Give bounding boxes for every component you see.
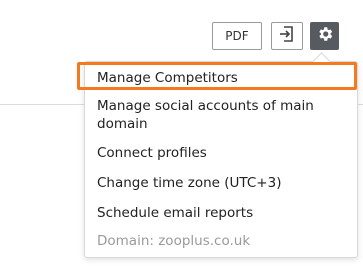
menu-item-manage-social-accounts[interactable]: Manage social accounts of main domain <box>85 97 357 133</box>
menu-item-schedule-email-reports[interactable]: Schedule email reports <box>85 204 357 222</box>
domain-label: Domain: zooplus.co.uk <box>97 233 251 249</box>
pdf-button-label: PDF <box>225 29 249 43</box>
settings-dropdown-menu: Manage Competitors Manage social account… <box>84 52 358 258</box>
menu-item-change-time-zone[interactable]: Change time zone (UTC+3) <box>85 174 357 192</box>
section-divider <box>0 104 84 105</box>
export-icon <box>278 25 296 47</box>
menu-item-connect-profiles[interactable]: Connect profiles <box>85 144 357 162</box>
settings-button[interactable] <box>310 22 339 50</box>
export-button[interactable] <box>271 22 303 50</box>
section-divider <box>358 104 363 105</box>
menu-item-manage-competitors[interactable]: Manage Competitors <box>85 67 357 89</box>
toolbar: PDF <box>0 22 363 52</box>
pdf-button[interactable]: PDF <box>212 22 262 50</box>
gear-icon <box>316 25 334 47</box>
